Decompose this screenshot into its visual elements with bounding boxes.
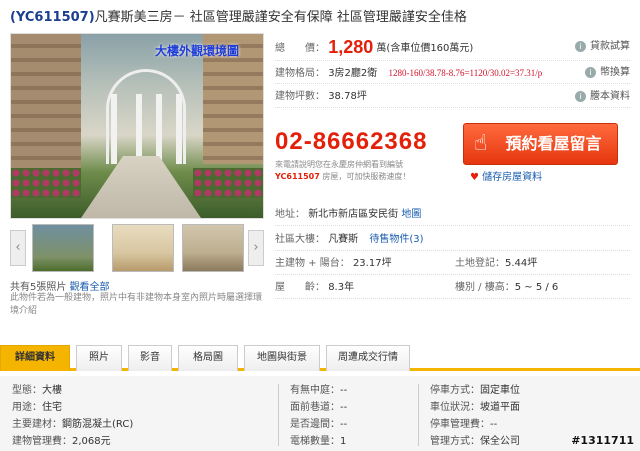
thumb-next-button[interactable]: ›: [248, 230, 264, 266]
photo-gazebo: [106, 69, 186, 164]
image-id-watermark: #1311711: [571, 434, 634, 447]
photo-flowerbed: [193, 168, 263, 198]
layout-label: 建物格局：: [275, 68, 325, 79]
photo-count: 共有5張照片 觀看全部: [10, 278, 110, 293]
age-label: 屋 齡：: [275, 282, 325, 293]
photo-building-left: [11, 34, 81, 174]
detail-tabs: 詳細資料 照片 影音 格局圖 地圖與街景 周遭成交行情: [0, 345, 640, 371]
photo-path: [81, 156, 201, 218]
thumb-prev-button[interactable]: ‹: [10, 230, 26, 266]
details-col-2: 有無中庭：-- 面前巷道：-- 是否邊間：-- 電梯數量：1: [290, 382, 347, 450]
main-area-label: 主建物 + 陽台：: [275, 258, 350, 269]
loan-calculator-link[interactable]: i 貸款試算: [575, 33, 630, 61]
area-row: 建物坪數： 38.78坪 i 謄本資料: [275, 86, 630, 108]
info-icon: i: [575, 41, 586, 52]
info-icon: i: [585, 67, 596, 78]
photo-caption: 大樓外觀環境圖: [155, 44, 240, 58]
community-row: 社區大樓： 凡賽斯 待售物件(3): [275, 229, 630, 251]
address-value: 新北市新店區安民街: [308, 209, 399, 220]
tab-map-streetview[interactable]: 地圖與街景: [244, 345, 320, 371]
details-divider: [278, 384, 279, 446]
detail-item: 是否邊間：--: [290, 419, 348, 430]
detail-item: 電梯數量：1: [290, 436, 347, 447]
price-label: 總 價：: [275, 43, 325, 54]
tab-details[interactable]: 詳細資料: [0, 345, 70, 371]
layout-value: 3房2廳2衛: [328, 68, 378, 79]
book-viewing-button[interactable]: ☝ 預約看屋留言: [463, 123, 618, 165]
phone-note: 來電請說明您在永慶房仲網看到編號 YC611507 房屋，可加快服務速度！: [275, 160, 411, 181]
detail-item: 建物管理費：2,068元: [12, 436, 111, 447]
details-col-1: 型態：大樓 用途：住宅 主要建材：鋼筋混凝土(RC) 建物管理費：2,068元: [12, 382, 133, 450]
price-unit: 萬(含車位價160萬元): [376, 43, 474, 54]
price-value: 1,280: [328, 37, 374, 57]
floor-value: 5 ~ 5 / 6: [514, 282, 559, 293]
photo-column: [136, 94, 142, 164]
thumbnail[interactable]: [182, 224, 244, 272]
photo-note: 此物件若為一般建物，照片中有非建物本身室內照片時屬選擇環境介紹: [10, 293, 263, 316]
details-divider: [418, 384, 419, 446]
save-listing-link[interactable]: ♥ 儲存房屋資料: [470, 168, 542, 183]
hand-pointer-icon: ☝: [474, 131, 488, 156]
detail-item: 型態：大樓: [12, 385, 62, 396]
main-area-value: 23.17坪: [352, 258, 392, 269]
area-land-row: 主建物 + 陽台： 23.17坪 土地登記：5.44坪: [275, 253, 630, 275]
age-floor-row: 屋 齡： 8.3年 樓別 / 樓高：5 ~ 5 / 6: [275, 277, 630, 299]
details-panel: 型態：大樓 用途：住宅 主要建材：鋼筋混凝土(RC) 建物管理費：2,068元 …: [0, 376, 640, 451]
currency-convert-link[interactable]: i 幣換算: [585, 62, 630, 84]
detail-item: 有無中庭：--: [290, 385, 348, 396]
detail-item: 面前巷道：--: [290, 402, 348, 413]
floor-label: 樓別 / 樓高：: [455, 282, 515, 293]
thumbnail[interactable]: [112, 224, 174, 272]
map-link[interactable]: 地圖: [401, 209, 421, 220]
community-label: 社區大樓：: [275, 234, 325, 245]
main-photo[interactable]: [10, 33, 264, 219]
info-icon: i: [575, 91, 586, 102]
detail-item: 停車方式：固定車位: [430, 385, 520, 396]
contact-phone: 02-86662368: [275, 128, 428, 155]
community-value: 凡賽斯: [328, 234, 359, 245]
detail-item: 車位狀況：坡道平面: [430, 402, 520, 413]
photo-column: [156, 94, 162, 164]
age-value: 8.3年: [328, 282, 355, 293]
tab-photos[interactable]: 照片: [76, 345, 122, 371]
handwritten-calculation: 1280-160/38.78-8.76=1120/30.02=37.31/p: [388, 68, 543, 78]
tab-video[interactable]: 影音: [128, 345, 172, 371]
tab-floorplan[interactable]: 格局圖: [178, 345, 238, 371]
price-row: 總 價： 1,280 萬(含車位價160萬元) i 貸款試算: [275, 33, 630, 61]
details-col-3: 停車方式：固定車位 車位狀況：坡道平面 停車管理費：-- 管理方式：保全公司: [430, 382, 520, 450]
land-value: 5.44坪: [505, 258, 538, 269]
area-value: 38.78坪: [328, 91, 367, 102]
tab-nearby-transactions[interactable]: 周遭成交行情: [326, 345, 410, 371]
land-label: 土地登記：: [455, 258, 505, 269]
address-row: 地址： 新北市新店區安民街 地圖: [275, 204, 630, 226]
photo-column: [111, 94, 117, 164]
photo-flowerbed: [11, 168, 81, 198]
thumbnail[interactable]: [32, 224, 94, 272]
heart-icon: ♥: [470, 172, 479, 183]
phone-note-code: YC611507: [275, 172, 320, 181]
detail-item: 停車管理費：--: [430, 419, 498, 430]
detail-item: 主要建材：鋼筋混凝土(RC): [12, 419, 134, 430]
title-deed-link[interactable]: i 謄本資料: [575, 86, 630, 108]
listing-title-text: 凡賽斯美三房－ 社區管理嚴謹安全有保障 社區管理嚴謹安全佳格: [94, 10, 467, 25]
photo-column: [176, 94, 182, 164]
area-label: 建物坪數：: [275, 91, 325, 102]
thumbnail-strip: ‹ ›: [10, 224, 264, 272]
listing-code: (YC611507): [10, 10, 95, 25]
detail-item: 管理方式：保全公司: [430, 436, 520, 447]
detail-item: 用途：住宅: [12, 402, 62, 413]
layout-row: 建物格局： 3房2廳2衛 1280-160/38.78-8.76=1120/30…: [275, 62, 630, 84]
listings-for-sale-link[interactable]: 待售物件(3): [369, 234, 423, 245]
page-title: (YC611507)凡賽斯美三房－ 社區管理嚴謹安全有保障 社區管理嚴謹安全佳格: [10, 6, 630, 26]
address-label: 地址：: [275, 209, 305, 220]
